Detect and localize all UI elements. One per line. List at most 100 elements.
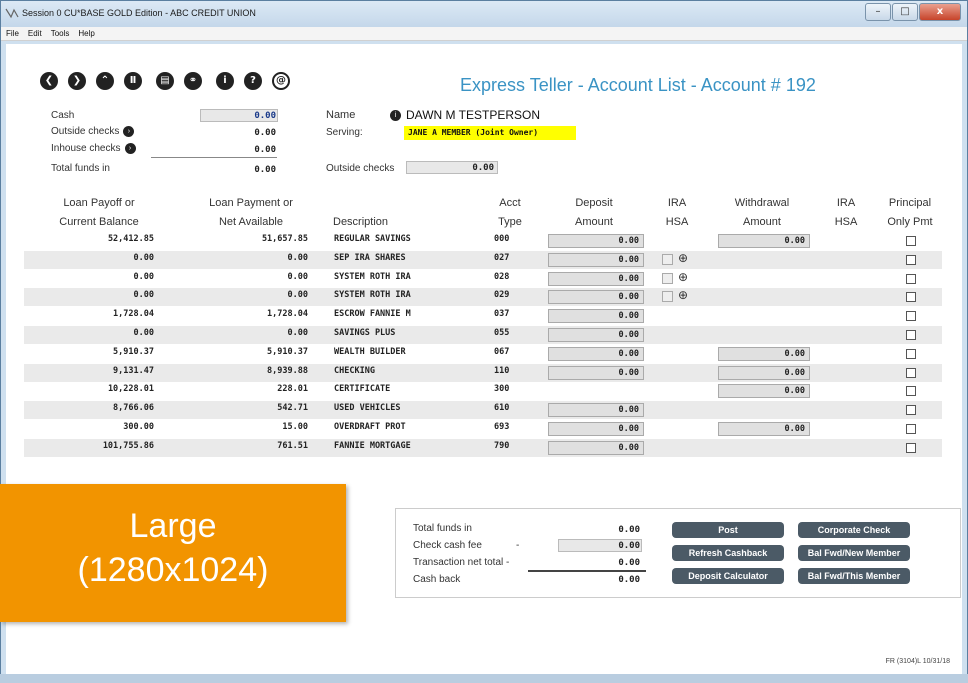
inhouse-checks-label: Inhouse checks › — [51, 143, 136, 154]
principal-only-checkbox[interactable] — [906, 442, 916, 453]
acct-type-cell: 790 — [494, 440, 510, 451]
deposit-calculator-button[interactable]: Deposit Calculator — [672, 568, 784, 584]
inhouse-checks-arrow-icon[interactable]: › — [124, 143, 136, 154]
withdrawal-input[interactable]: 0.00 — [718, 234, 810, 248]
col-loan-payment: Loan Payment or Net Available — [186, 194, 316, 232]
table-row: 0.00 0.00 SYSTEM ROTH IRA 028 0.00 ⊕ — [24, 270, 942, 288]
principal-only-checkbox[interactable] — [906, 292, 916, 303]
principal-only-checkbox[interactable] — [906, 330, 916, 340]
up-icon[interactable]: ⌃ — [96, 72, 114, 90]
acct-type-cell: 055 — [494, 328, 510, 338]
forward-icon[interactable]: ❯ — [68, 72, 86, 90]
balance-cell: 52,412.85 — [107, 234, 154, 244]
table-row: 10,228.01 228.01 CERTIFICATE 300 0.00 — [24, 382, 942, 400]
acct-type-cell: 027 — [494, 252, 510, 263]
print-icon[interactable]: ▤ — [156, 72, 174, 90]
funds-divider — [151, 157, 277, 158]
deposit-input[interactable]: 0.00 — [548, 346, 644, 361]
col-ira-hsa-line1: IRA — [667, 197, 687, 209]
acct-type-cell: 028 — [494, 271, 510, 282]
principal-only-checkbox[interactable] — [906, 367, 916, 378]
deposit-input[interactable]: 0.00 — [548, 403, 644, 418]
at-icon[interactable]: @ — [272, 72, 290, 90]
outside-checks-value: 0.00 — [254, 128, 276, 138]
summary-cashback-label: Cash back — [413, 574, 461, 585]
balance-cell: 0.00 — [133, 328, 154, 338]
deposit-input[interactable]: 0.00 — [548, 440, 644, 455]
col-deposit: Deposit Amount — [554, 194, 634, 232]
principal-only-checkbox[interactable] — [906, 348, 916, 359]
help-icon[interactable]: ? — [244, 72, 262, 90]
minimize-button[interactable]: – — [865, 3, 891, 21]
col-description: Description — [333, 216, 389, 228]
menu-file[interactable]: File — [1, 27, 23, 38]
deposit-input[interactable]: 0.00 — [548, 252, 644, 267]
ira-hsa-checkbox[interactable] — [662, 291, 673, 303]
bal-fwd-new-member-button[interactable]: Bal Fwd/New Member — [798, 545, 910, 561]
resolution-badge: Large (1280x1024) — [0, 484, 346, 622]
withdrawal-input[interactable]: 0.00 — [718, 365, 810, 380]
withdrawal-input[interactable]: 0.00 — [718, 346, 810, 361]
inhouse-checks-value: 0.00 — [254, 145, 276, 155]
withdrawal-input[interactable]: 0.00 — [718, 384, 810, 399]
deposit-input[interactable]: 0.00 — [548, 328, 644, 342]
info-icon[interactable]: i — [216, 72, 234, 90]
balance-cell: 5,910.37 — [113, 346, 154, 357]
maximize-button[interactable]: □ — [892, 3, 918, 21]
col-loan-payoff: Loan Payoff or Current Balance — [34, 194, 164, 232]
cash-label: Cash — [51, 110, 75, 121]
ira-hsa-checkbox[interactable] — [662, 253, 673, 265]
pause-icon[interactable]: Ⅱ — [124, 72, 142, 90]
deposit-input[interactable]: 0.00 — [548, 422, 644, 436]
zoom-icon[interactable]: ⊕ — [678, 270, 688, 284]
deposit-input[interactable]: 0.00 — [548, 365, 644, 380]
member-outside-checks-label: Outside checks — [326, 163, 395, 174]
balance-cell: 0.00 — [133, 290, 154, 301]
net-available-cell: 0.00 — [287, 290, 308, 301]
net-available-cell: 0.00 — [287, 271, 308, 282]
col-ira-hsa-2-line1: IRA — [836, 197, 856, 209]
post-button[interactable]: Post — [672, 522, 784, 538]
badge-line-2: (1280x1024) — [77, 551, 269, 589]
col-principal-line2: Only Pmt — [887, 216, 933, 228]
member-info-icon[interactable]: i — [390, 110, 401, 121]
deposit-input[interactable]: 0.00 — [548, 309, 644, 324]
withdrawal-input[interactable]: 0.00 — [718, 422, 810, 436]
link-icon[interactable]: ⚭ — [184, 72, 202, 90]
principal-only-checkbox[interactable] — [906, 273, 916, 284]
badge-line-1: Large — [129, 507, 217, 545]
summary-total-value: 0.00 — [618, 525, 640, 535]
menu-tools[interactable]: Tools — [46, 27, 74, 38]
menu-edit[interactable]: Edit — [23, 27, 46, 38]
principal-only-checkbox[interactable] — [906, 386, 916, 397]
zoom-icon[interactable]: ⊕ — [678, 288, 688, 302]
principal-only-checkbox[interactable] — [906, 405, 916, 416]
table-row: 9,131.47 8,939.88 CHECKING 110 0.00 0.00 — [24, 363, 942, 382]
menu-help[interactable]: Help — [73, 27, 98, 38]
outside-checks-arrow-icon[interactable]: › — [123, 126, 135, 137]
description-cell: USED VEHICLES — [334, 403, 401, 414]
principal-only-checkbox[interactable] — [906, 424, 916, 434]
deposit-input[interactable]: 0.00 — [548, 290, 644, 305]
refresh-cashback-button[interactable]: Refresh Cashback — [672, 545, 784, 561]
net-available-cell: 1,728.04 — [267, 309, 308, 320]
corporate-check-button[interactable]: Corporate Check — [798, 522, 910, 538]
deposit-input[interactable]: 0.00 — [548, 271, 644, 286]
bal-fwd-this-member-button[interactable]: Bal Fwd/This Member — [798, 568, 910, 584]
col-ira-hsa-2-line2: HSA — [834, 216, 858, 228]
col-principal-line1: Principal — [888, 197, 932, 209]
net-available-cell: 51,657.85 — [261, 234, 308, 244]
summary-fee-value: 0.00 — [618, 541, 640, 551]
summary-net-value: 0.00 — [618, 558, 640, 568]
col-principal: Principal Only Pmt — [878, 194, 942, 232]
principal-only-checkbox[interactable] — [906, 311, 916, 322]
principal-only-checkbox[interactable] — [906, 254, 916, 265]
acct-type-cell: 037 — [494, 309, 510, 320]
ira-hsa-checkbox[interactable] — [662, 272, 673, 284]
deposit-input[interactable]: 0.00 — [548, 234, 644, 248]
principal-only-checkbox[interactable] — [906, 236, 916, 246]
description-cell: REGULAR SAVINGS — [334, 234, 411, 244]
zoom-icon[interactable]: ⊕ — [678, 251, 688, 265]
back-icon[interactable]: ❮ — [40, 72, 58, 90]
close-button[interactable]: x — [919, 3, 961, 21]
